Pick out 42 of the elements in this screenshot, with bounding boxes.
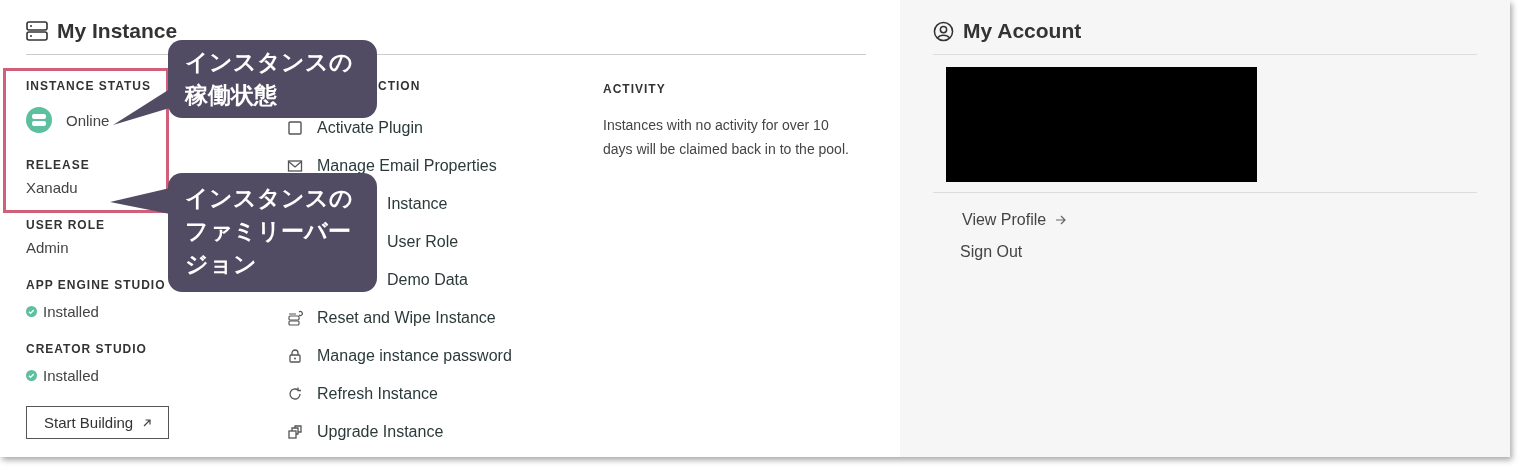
action-link[interactable]: Activate Plugin: [317, 119, 423, 137]
field-label: RELEASE: [26, 158, 90, 172]
right-arrow-icon: [1055, 215, 1067, 225]
lock-icon: [287, 348, 303, 364]
field-value: Xanadu: [26, 179, 78, 196]
action-link[interactable]: Reset and Wipe Instance: [317, 309, 496, 327]
field-value: Admin: [26, 239, 69, 256]
server-status-icon: [26, 107, 52, 133]
field-label: CREATOR STUDIO: [26, 342, 147, 356]
install-status: Installed: [43, 303, 99, 320]
action-link[interactable]: Refresh Instance: [317, 385, 438, 403]
action-link[interactable]: Upgrade Instance: [317, 423, 444, 441]
callout-text: インスタンスの稼働状態: [185, 48, 354, 109]
check-icon: [26, 306, 37, 317]
envelope-icon: [287, 158, 303, 174]
external-arrow-icon: [142, 417, 153, 428]
check-icon: [26, 370, 37, 381]
square-icon: [287, 120, 303, 136]
status-value: Online: [66, 111, 110, 129]
field-label: INSTANCE STATUS: [26, 79, 151, 93]
action-link[interactable]: Instance: [387, 195, 448, 213]
sign-out-link[interactable]: Sign Out: [960, 243, 1023, 261]
section-heading: CTION: [378, 79, 421, 95]
action-link[interactable]: Manage instance password: [317, 347, 512, 365]
field-label: APP ENGINE STUDIO: [26, 278, 166, 292]
install-status: Installed: [43, 367, 99, 384]
server-icon: [26, 21, 48, 41]
action-link[interactable]: User Role: [387, 233, 459, 251]
panel-title: My Account: [963, 19, 1082, 43]
action-link[interactable]: Demo Data: [387, 271, 468, 289]
section-heading: ACTIVITY: [603, 82, 666, 96]
view-profile-link[interactable]: View Profile: [962, 211, 1047, 229]
start-building-button[interactable]: Start Building: [26, 406, 170, 439]
action-link[interactable]: Manage Email Properties: [317, 157, 497, 175]
panel-title: My Instance: [57, 19, 178, 43]
callout-text: インスタンスのファミリーバージョン: [185, 184, 354, 279]
field-label: USER ROLE: [26, 218, 105, 232]
user-circle-icon: [933, 20, 954, 42]
refresh-icon: [287, 386, 303, 402]
server-reset-icon: [287, 310, 303, 326]
activity-note: Instances with no activity for over 10 days will be claimed back in to the pool.: [603, 116, 850, 159]
stacked-squares-icon: [287, 424, 303, 440]
